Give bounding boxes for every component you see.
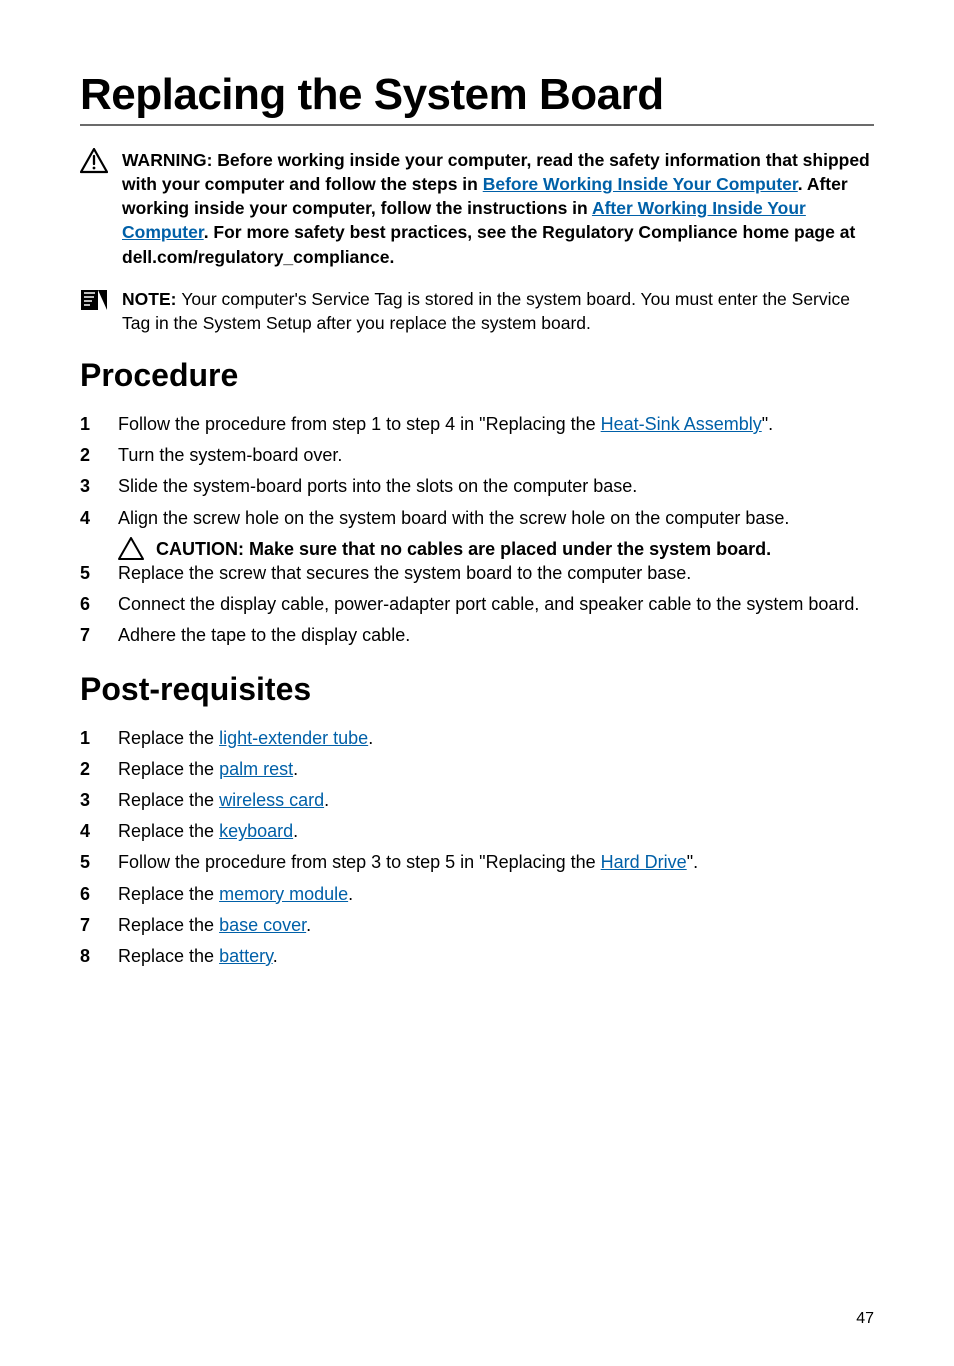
step-text: Follow the procedure from step 1 to step… [118,414,601,434]
caution-prefix: CAUTION: [156,539,249,559]
note-icon [80,287,108,313]
list-item: Replace the light-extender tube. [80,726,874,751]
post-requisites-heading: Post-requisites [80,671,874,708]
list-item: Replace the base cover. [80,913,874,938]
list-item: Replace the keyboard. [80,819,874,844]
procedure-step: Follow the procedure from step 1 to step… [80,412,874,437]
item-text: . [293,759,298,779]
procedure-step: Adhere the tape to the display cable. [80,623,874,648]
palm-rest-link[interactable]: palm rest [219,759,293,779]
item-text: . [293,821,298,841]
item-text: ". [687,852,698,872]
list-item: Follow the procedure from step 3 to step… [80,850,874,875]
procedure-step: Turn the system-board over. [80,443,874,468]
item-text: . [306,915,311,935]
warning-prefix: WARNING: [122,150,217,170]
item-text: Replace the [118,946,219,966]
procedure-list: Follow the procedure from step 1 to step… [80,412,874,531]
step-text: Connect the display cable, power-adapter… [118,592,874,617]
step-text: Replace the screw that secures the syste… [118,561,874,586]
keyboard-link[interactable]: keyboard [219,821,293,841]
item-text: Replace the [118,915,219,935]
post-requisites-list: Replace the light-extender tube. Replace… [80,726,874,970]
title-underline [80,124,874,126]
note-text: NOTE: Your computer's Service Tag is sto… [122,287,874,335]
item-text: Follow the procedure from step 3 to step… [118,852,601,872]
page-title: Replacing the System Board [80,70,874,120]
step-text: Slide the system-board ports into the sl… [118,474,874,499]
procedure-step: Align the screw hole on the system board… [80,506,874,531]
heat-sink-link[interactable]: Heat-Sink Assembly [601,414,762,434]
warning-body-3: . For more safety best practices, see th… [122,222,855,266]
caution-block: CAUTION: Make sure that no cables are pl… [118,537,874,561]
base-cover-link[interactable]: base cover [219,915,306,935]
list-item: Replace the memory module. [80,882,874,907]
warning-block: WARNING: Before working inside your comp… [80,148,874,269]
caution-icon [118,537,144,561]
memory-module-link[interactable]: memory module [219,884,348,904]
step-text: Adhere the tape to the display cable. [118,623,874,648]
note-body: Your computer's Service Tag is stored in… [122,289,850,333]
list-item: Replace the palm rest. [80,757,874,782]
caution-body: Make sure that no cables are placed unde… [249,539,771,559]
item-text: . [368,728,373,748]
hard-drive-link[interactable]: Hard Drive [601,852,687,872]
caution-text: CAUTION: Make sure that no cables are pl… [156,537,771,561]
page-number: 47 [856,1310,874,1328]
step-text: Align the screw hole on the system board… [118,506,874,531]
note-block: NOTE: Your computer's Service Tag is sto… [80,287,874,335]
battery-link[interactable]: battery [219,946,273,966]
item-text: . [273,946,278,966]
procedure-list-cont: Replace the screw that secures the syste… [80,561,874,649]
list-item: Replace the wireless card. [80,788,874,813]
document-page: Replacing the System Board WARNING: Befo… [0,0,954,1366]
warning-text: WARNING: Before working inside your comp… [122,148,874,269]
procedure-heading: Procedure [80,357,874,394]
item-text: Replace the [118,884,219,904]
item-text: . [348,884,353,904]
warning-link-before[interactable]: Before Working Inside Your Computer [483,174,798,194]
item-text: Replace the [118,790,219,810]
step-text: ". [762,414,773,434]
step-text: Turn the system-board over. [118,443,874,468]
warning-icon [80,148,108,174]
note-prefix: NOTE: [122,289,181,309]
wireless-card-link[interactable]: wireless card [219,790,324,810]
item-text: . [324,790,329,810]
light-extender-link[interactable]: light-extender tube [219,728,368,748]
list-item: Replace the battery. [80,944,874,969]
item-text: Replace the [118,821,219,841]
procedure-step: Connect the display cable, power-adapter… [80,592,874,617]
procedure-step: Replace the screw that secures the syste… [80,561,874,586]
item-text: Replace the [118,759,219,779]
procedure-step: Slide the system-board ports into the sl… [80,474,874,499]
item-text: Replace the [118,728,219,748]
